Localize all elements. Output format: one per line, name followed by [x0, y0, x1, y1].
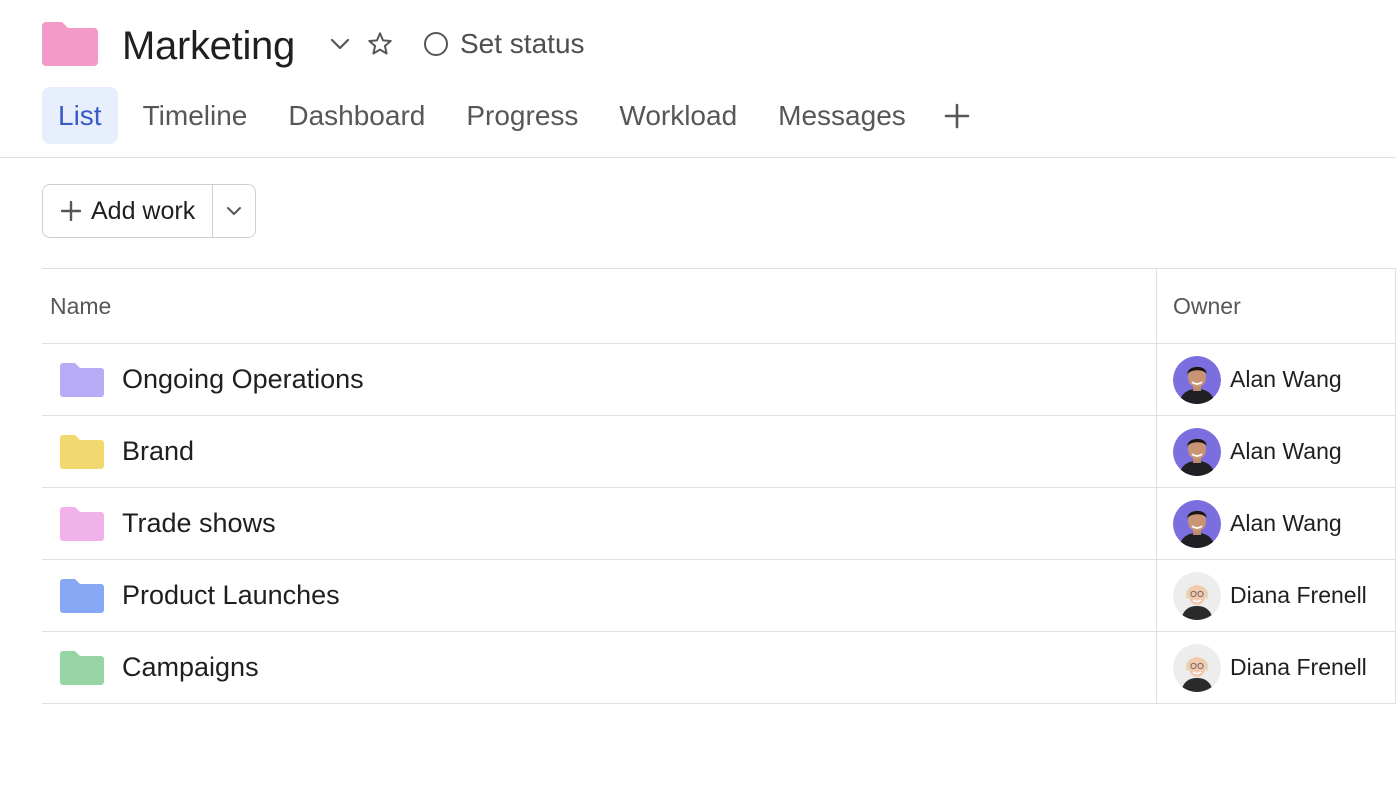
tab-timeline[interactable]: Timeline [127, 87, 264, 144]
avatar[interactable] [1173, 427, 1221, 476]
row-name-cell[interactable]: Brand [42, 416, 1157, 487]
set-status-label: Set status [460, 28, 585, 59]
tab-progress[interactable]: Progress [450, 87, 594, 144]
avatar[interactable] [1173, 571, 1221, 620]
row-name-cell[interactable]: Campaigns [42, 632, 1157, 703]
owner-name: Diana Frenell [1230, 582, 1367, 608]
folder-icon [42, 22, 98, 66]
row-name-cell[interactable]: Trade shows [42, 488, 1157, 559]
add-work-dropdown-chevron-icon[interactable] [213, 185, 255, 237]
avatar[interactable] [1173, 355, 1221, 404]
table-row[interactable]: Trade shows Alan Wang [42, 488, 1396, 560]
folder-icon [60, 506, 104, 541]
row-owner-cell[interactable]: Diana Frenell [1157, 560, 1396, 631]
row-owner-cell[interactable]: Alan Wang [1157, 416, 1396, 487]
tab-workload[interactable]: Workload [603, 87, 753, 144]
row-owner-cell[interactable]: Alan Wang [1157, 488, 1396, 559]
table-row[interactable]: Product Launches Diana Frenell [42, 560, 1396, 632]
tab-list[interactable]: List [42, 87, 118, 144]
owner-name: Alan Wang [1230, 438, 1342, 464]
avatar[interactable] [1173, 643, 1221, 692]
row-owner-cell[interactable]: Diana Frenell [1157, 632, 1396, 703]
add-tab-plus-icon[interactable] [937, 87, 977, 144]
row-name-cell[interactable]: Product Launches [42, 560, 1157, 631]
row-owner-cell[interactable]: Alan Wang [1157, 344, 1396, 415]
tab-messages[interactable]: Messages [762, 87, 922, 144]
table-header-row: Name Owner [42, 269, 1396, 344]
folder-icon [60, 650, 104, 685]
plus-icon [61, 201, 81, 221]
row-name: Campaigns [122, 652, 259, 682]
folder-icon [60, 362, 104, 397]
row-name: Ongoing Operations [122, 364, 364, 394]
folder-icon [60, 434, 104, 469]
project-header: Marketing Set status List Timeline Dashb… [0, 0, 1396, 158]
table-row[interactable]: Campaigns Diana Frenell [42, 632, 1396, 704]
tab-dashboard[interactable]: Dashboard [272, 87, 441, 144]
table-row[interactable]: Brand Alan Wang [42, 416, 1396, 488]
portfolio-table: Name Owner Ongoing Operations Alan Wang Br… [42, 268, 1396, 704]
column-header-owner[interactable]: Owner [1157, 269, 1396, 343]
owner-name: Alan Wang [1230, 366, 1342, 392]
row-name: Product Launches [122, 580, 340, 610]
add-work-button[interactable]: Add work [43, 185, 213, 237]
add-work-split-button: Add work [42, 184, 256, 238]
table-row[interactable]: Ongoing Operations Alan Wang [42, 344, 1396, 416]
project-menu-chevron-icon[interactable] [326, 30, 354, 58]
project-tabs: List Timeline Dashboard Progress Workloa… [42, 87, 977, 145]
status-circle-icon [424, 32, 448, 56]
set-status-button[interactable]: Set status [422, 26, 585, 62]
column-header-name[interactable]: Name [42, 269, 1157, 343]
project-title: Marketing [122, 24, 295, 68]
folder-icon [60, 578, 104, 613]
owner-name: Alan Wang [1230, 510, 1342, 536]
favorite-star-icon[interactable] [364, 28, 396, 60]
row-name-cell[interactable]: Ongoing Operations [42, 344, 1157, 415]
row-name: Trade shows [122, 508, 276, 538]
avatar[interactable] [1173, 499, 1221, 548]
owner-name: Diana Frenell [1230, 654, 1367, 680]
row-name: Brand [122, 436, 195, 466]
add-work-label: Add work [91, 196, 196, 225]
